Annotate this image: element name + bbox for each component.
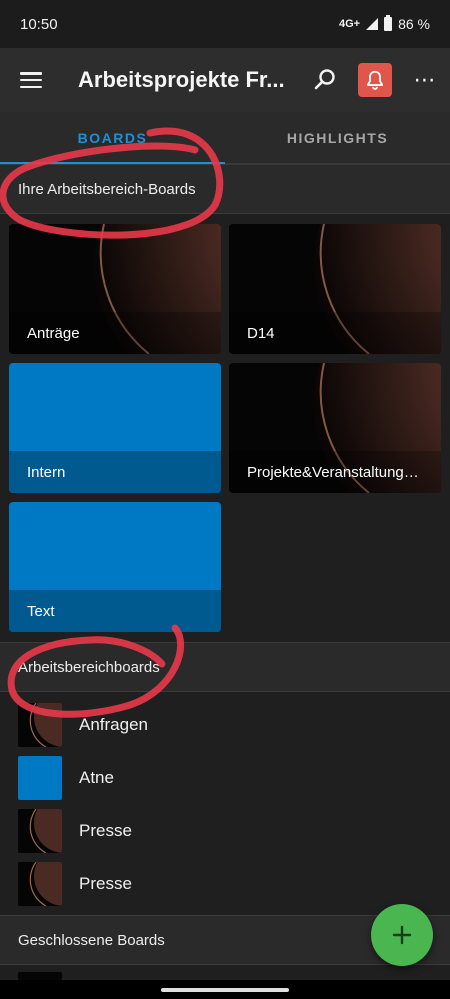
board-card-label: D14 (229, 312, 441, 354)
list-item-presse[interactable]: Presse (0, 804, 450, 857)
board-card-label: Intern (9, 451, 221, 493)
tab-highlights[interactable]: HIGHLIGHTS (225, 112, 450, 163)
board-card-label: Projekte&Veranstaltung… (229, 451, 441, 493)
section-header-workspace-boards: Ihre Arbeitsbereich-Boards (0, 164, 450, 214)
board-card-antraege[interactable]: Anträge (9, 224, 221, 354)
section-header-workspace-list: Arbeitsbereichboards (0, 642, 450, 692)
bell-icon (367, 70, 383, 90)
battery-level: 86 % (398, 16, 430, 32)
section-title: Ihre Arbeitsbereich-Boards (18, 180, 196, 198)
board-card-text[interactable]: Text (9, 502, 221, 632)
notifications-button[interactable] (350, 48, 400, 112)
board-thumbnail (18, 702, 62, 747)
section-title: Arbeitsbereichboards (18, 658, 160, 676)
board-card-d14[interactable]: D14 (229, 224, 441, 354)
board-card-projekte[interactable]: Projekte&Veranstaltung… (229, 363, 441, 493)
home-handle[interactable] (161, 987, 289, 992)
board-card-intern[interactable]: Intern (9, 363, 221, 493)
list-item-anfragen[interactable]: Anfragen (0, 698, 450, 751)
app-bar: Arbeitsprojekte Fr... ⋯ (0, 48, 450, 112)
add-board-button[interactable] (371, 904, 433, 966)
battery-icon (384, 15, 393, 31)
notifications-badge (358, 63, 392, 97)
hamburger-icon (20, 72, 42, 88)
more-dots-icon: ⋯ (413, 67, 437, 92)
board-thumbnail (18, 755, 62, 800)
tab-bar: BOARDS HIGHLIGHTS (0, 112, 450, 164)
signal-icon (366, 18, 379, 30)
status-indicators: 4G+ 86 % (338, 15, 430, 32)
board-thumbnail-partial (18, 972, 62, 980)
more-options-button[interactable]: ⋯ (400, 48, 450, 112)
board-card-label: Anträge (9, 312, 221, 354)
board-thumbnail (18, 861, 62, 906)
list-item-label: Presse (79, 820, 132, 840)
plus-icon (392, 925, 412, 945)
status-time: 10:50 (20, 15, 58, 33)
list-item-atne[interactable]: Atne (0, 751, 450, 804)
board-card-label: Text (9, 590, 221, 632)
status-bar: 10:50 4G+ 86 % (0, 0, 450, 48)
system-nav-bar (0, 980, 450, 999)
list-item-presse-2[interactable]: Presse (0, 857, 450, 910)
page-title: Arbeitsprojekte Fr... (78, 67, 285, 92)
list-item-label: Atne (79, 767, 114, 787)
search-button[interactable] (300, 48, 350, 112)
menu-button[interactable] (0, 48, 62, 112)
tab-boards[interactable]: BOARDS (0, 112, 225, 164)
network-type: 4G+ (338, 18, 361, 30)
section-title: Geschlossene Boards (18, 931, 165, 949)
search-icon (314, 69, 335, 90)
list-item-label: Anfragen (79, 714, 148, 734)
list-item-label: Presse (79, 873, 132, 893)
board-thumbnail (18, 808, 62, 853)
